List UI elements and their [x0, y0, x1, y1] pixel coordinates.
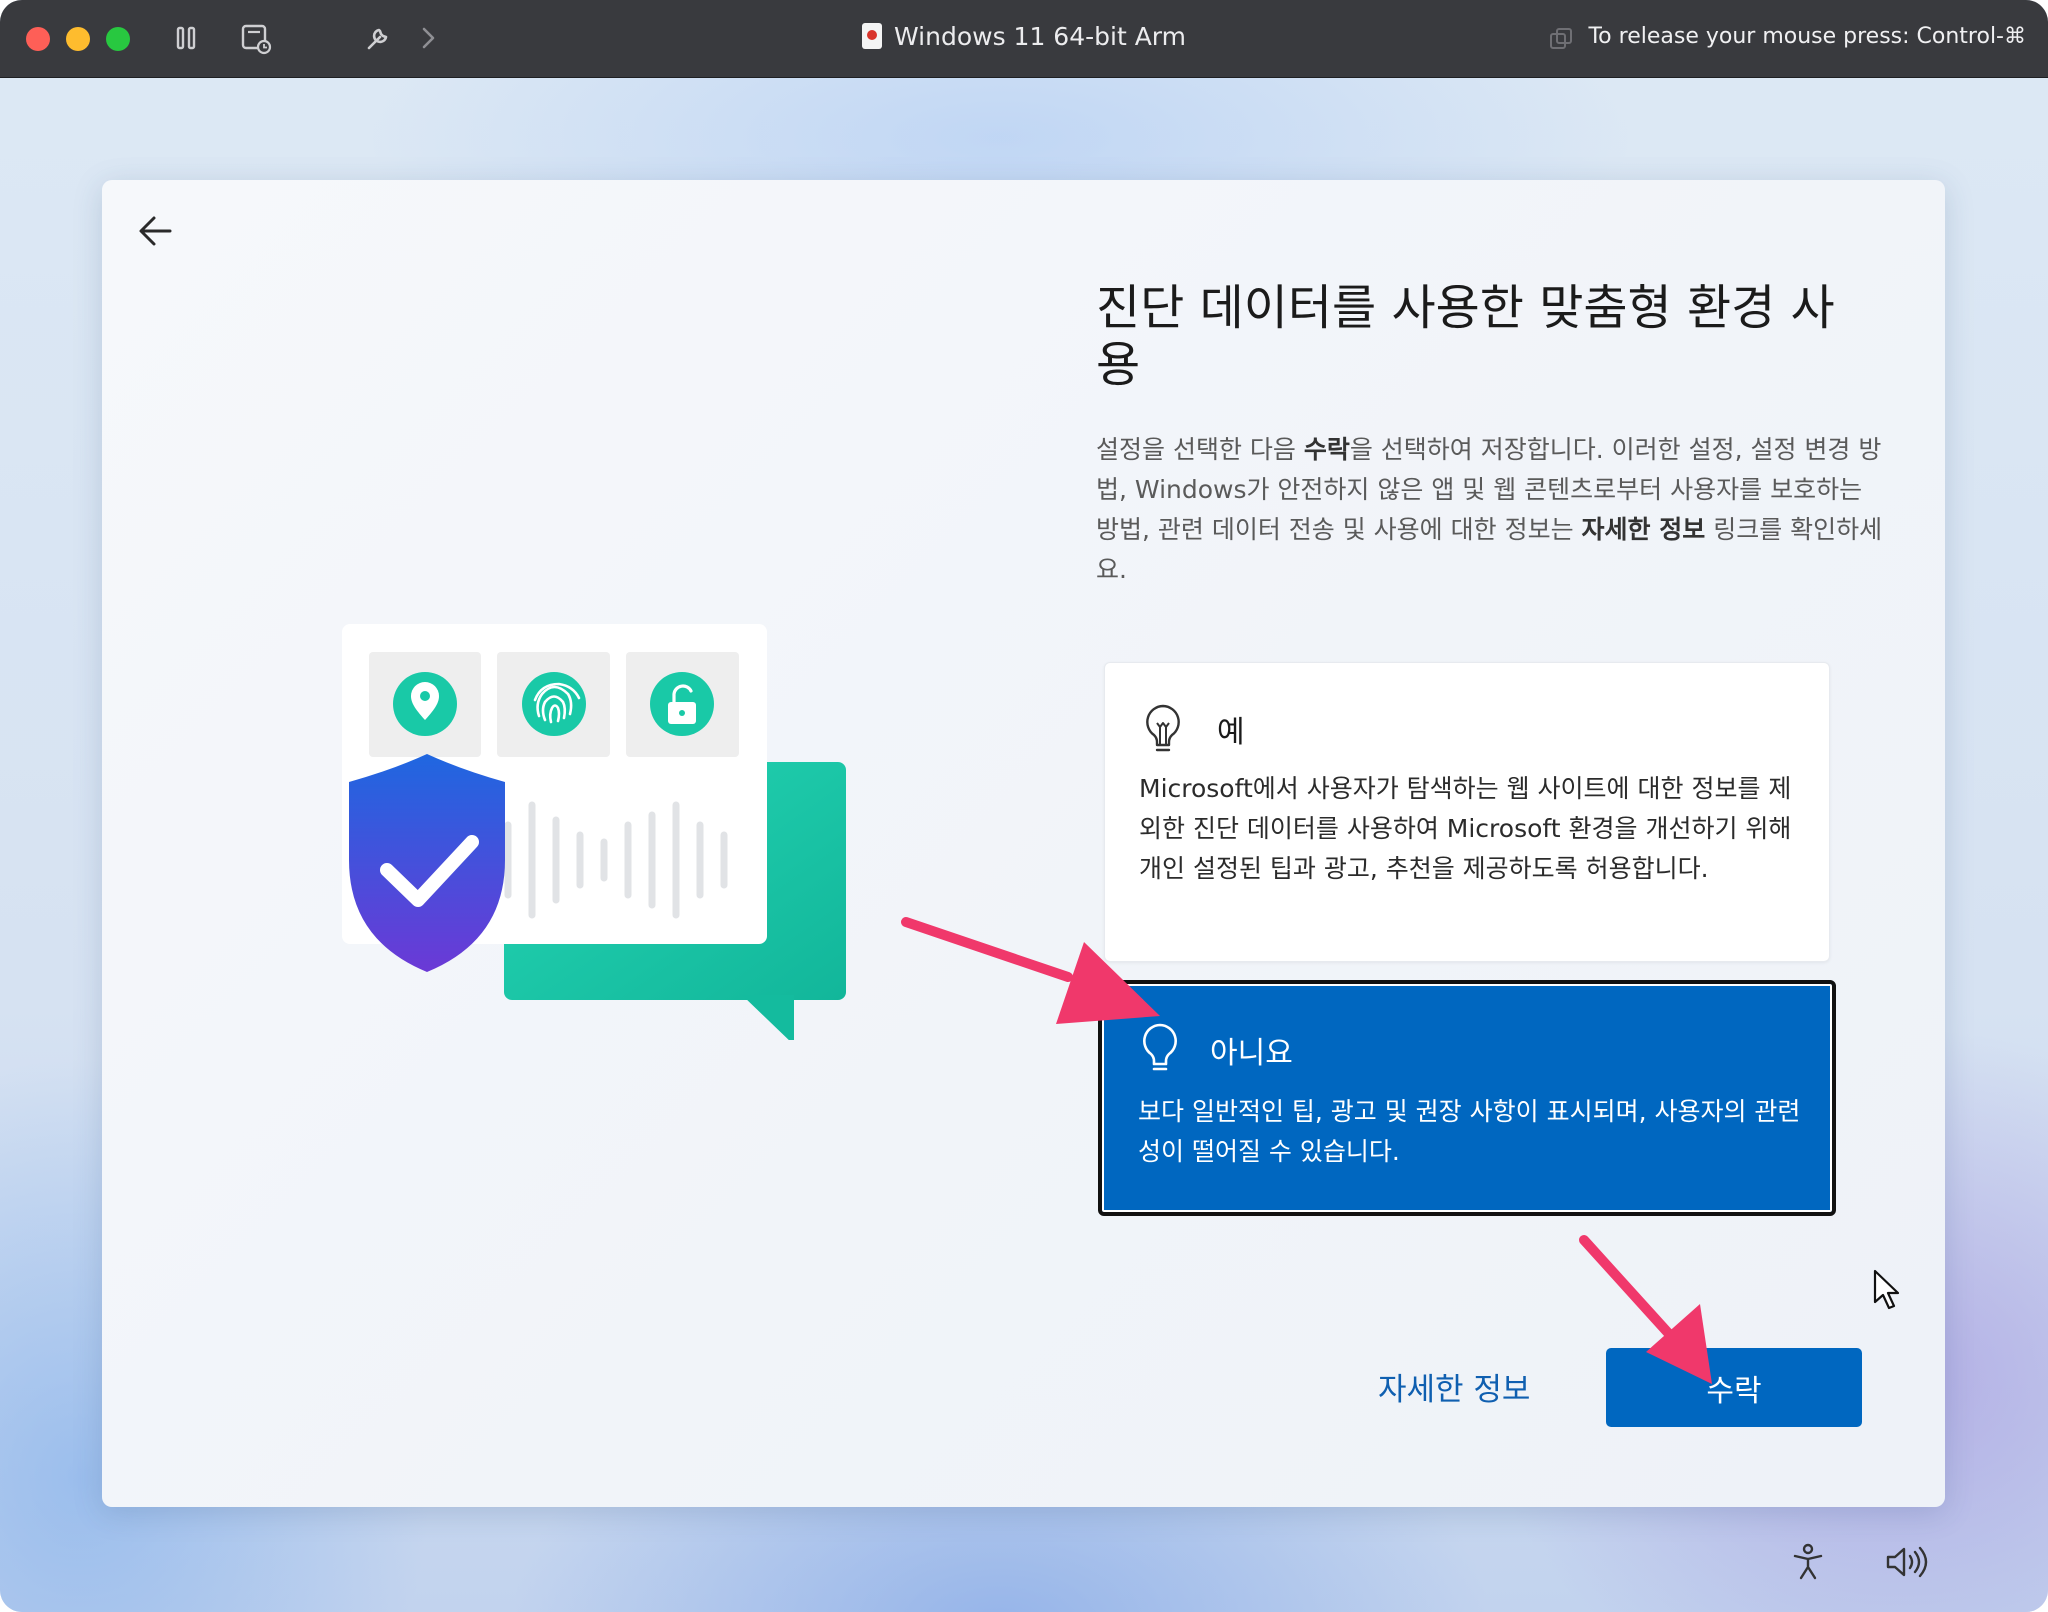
page-description: 설정을 선택한 다음 수락을 선택하여 저장합니다. 이러한 설정, 설정 변경… [1096, 430, 1886, 590]
privacy-illustration [342, 624, 846, 1040]
learn-more-link[interactable]: 자세한 정보 [1378, 1364, 1530, 1409]
back-arrow-icon[interactable] [132, 206, 182, 256]
vm-window: Windows 11 64-bit Arm To release your mo… [0, 0, 2048, 1612]
lightbulb-icon [1143, 1023, 1177, 1071]
mouse-cursor-icon [1873, 1269, 1900, 1310]
description-text: 설정을 선택한 다음 [1096, 435, 1304, 464]
option-no[interactable]: 아니요 보다 일반적인 팁, 광고 및 권장 사항이 표시되며, 사용자의 관련… [1098, 980, 1836, 1216]
release-mouse-hint: To release your mouse press: Control-⌘ [1588, 24, 2026, 49]
option-title: 예 [1217, 715, 1245, 750]
option-description: 보다 일반적인 팁, 광고 및 권장 사항이 표시되며, 사용자의 관련성이 떨… [1138, 1097, 1801, 1166]
title-bar: Windows 11 64-bit Arm To release your mo… [0, 0, 2048, 78]
option-yes[interactable]: 예 Microsoft에서 사용자가 탐색하는 웹 사이트에 대한 정보를 제외… [1104, 662, 1830, 962]
accessibility-icon[interactable] [1788, 1542, 1828, 1582]
copy-icon[interactable] [1548, 26, 1574, 52]
window-title-text: Windows 11 64-bit Arm [894, 22, 1186, 51]
volume-icon[interactable] [1884, 1542, 1928, 1582]
location-pin-icon [393, 672, 457, 736]
vm-document-icon [862, 23, 882, 49]
lightbulb-icon [1146, 704, 1180, 752]
page-title: 진단 데이터를 사용한 맞춤형 환경 사용 [1096, 280, 1835, 393]
option-title: 아니요 [1210, 1036, 1293, 1071]
unlock-icon [650, 672, 714, 736]
description-accept-word: 수락 [1303, 435, 1350, 464]
setup-dialog: 진단 데이터를 사용한 맞춤형 환경 사용 설정을 선택한 다음 수락을 선택하… [102, 180, 1945, 1507]
fingerprint-icon [522, 672, 586, 736]
option-description: Microsoft에서 사용자가 탐색하는 웹 사이트에 대한 정보를 제외한 … [1139, 774, 1792, 883]
accept-button[interactable]: 수락 [1606, 1348, 1862, 1427]
description-learn-more-word: 자세한 정보 [1581, 515, 1706, 544]
